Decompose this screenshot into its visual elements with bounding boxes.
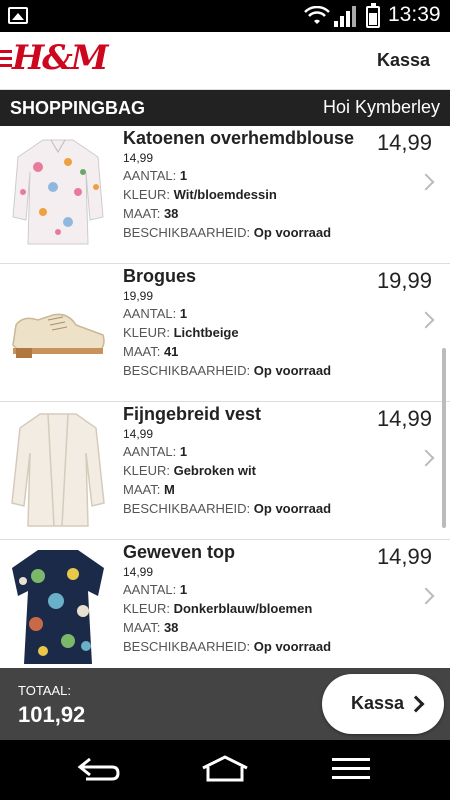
chevron-right-icon bbox=[407, 695, 425, 713]
item-availability: BESCHIKBAARHEID: Op voorraad bbox=[123, 501, 332, 516]
chevron-right-icon[interactable] bbox=[417, 449, 435, 467]
image-notification-icon bbox=[8, 7, 28, 24]
item-unit-price: 14,99 bbox=[123, 427, 154, 441]
item-price: 14,99 bbox=[376, 130, 432, 155]
item-size: MAAT: 38 bbox=[123, 620, 179, 635]
total-bar: TOTAAL: 101,92 Kassa bbox=[0, 668, 450, 740]
status-bar: 13:39 bbox=[0, 0, 450, 32]
total-value: 101,92 bbox=[18, 702, 86, 727]
item-size: MAAT: 41 bbox=[123, 344, 179, 359]
menu-icon[interactable] bbox=[330, 754, 372, 784]
checkout-button[interactable]: Kassa bbox=[322, 674, 444, 734]
item-price: 19,99 bbox=[376, 268, 432, 293]
item-name: Brogues bbox=[123, 266, 197, 286]
cart-item[interactable]: Katoenen overhemdblouse 14,99 AANTAL: 1 … bbox=[0, 126, 450, 264]
cart-item-list: Katoenen overhemdblouse 14,99 AANTAL: 1 … bbox=[0, 126, 450, 668]
item-unit-price: 14,99 bbox=[123, 151, 154, 165]
item-price: 14,99 bbox=[376, 406, 432, 431]
home-icon[interactable] bbox=[200, 754, 250, 784]
item-color: KLEUR: Donkerblauw/bloemen bbox=[123, 601, 313, 616]
wifi-icon bbox=[304, 6, 330, 24]
product-image bbox=[11, 413, 105, 527]
shoppingbag-bar: SHOPPINGBAG Hoi Kymberley bbox=[0, 90, 450, 126]
back-icon[interactable] bbox=[76, 754, 122, 784]
item-unit-price: 19,99 bbox=[123, 289, 154, 303]
chevron-right-icon[interactable] bbox=[417, 311, 435, 329]
item-quantity: AANTAL: 1 bbox=[123, 582, 188, 597]
item-size: MAAT: M bbox=[123, 482, 175, 497]
hamburger-icon[interactable] bbox=[0, 50, 12, 68]
user-greeting: Hoi Kymberley bbox=[322, 97, 440, 117]
item-price: 14,99 bbox=[376, 544, 432, 569]
item-quantity: AANTAL: 1 bbox=[123, 168, 188, 183]
checkout-button-label: Kassa bbox=[351, 693, 405, 713]
item-name: Katoenen overhemdblouse bbox=[123, 128, 355, 148]
kassa-link[interactable]: Kassa bbox=[377, 50, 430, 71]
item-availability: BESCHIKBAARHEID: Op voorraad bbox=[123, 225, 332, 240]
product-image bbox=[12, 139, 104, 245]
item-quantity: AANTAL: 1 bbox=[123, 444, 188, 459]
status-time: 13:39 bbox=[388, 3, 441, 26]
item-size: MAAT: 38 bbox=[123, 206, 179, 221]
hm-logo[interactable]: H&M bbox=[12, 38, 108, 78]
cart-item[interactable]: Brogues 19,99 AANTAL: 1 KLEUR: Lichtbeig… bbox=[0, 264, 450, 402]
page-title: SHOPPINGBAG bbox=[10, 98, 146, 118]
battery-icon bbox=[366, 3, 380, 28]
scrollbar[interactable] bbox=[442, 348, 446, 528]
item-unit-price: 14,99 bbox=[123, 565, 154, 579]
cart-item[interactable]: Fijngebreid vest 14,99 AANTAL: 1 KLEUR: … bbox=[0, 402, 450, 540]
item-availability: BESCHIKBAARHEID: Op voorraad bbox=[123, 363, 332, 378]
app-header: H&M Kassa bbox=[0, 32, 450, 90]
total-label: TOTAAL: bbox=[18, 683, 71, 698]
cart-item[interactable]: Geweven top 14,99 AANTAL: 1 KLEUR: Donke… bbox=[0, 540, 450, 668]
item-name: Geweven top bbox=[123, 542, 236, 562]
item-name: Fijngebreid vest bbox=[123, 404, 262, 424]
product-image bbox=[12, 313, 105, 358]
product-image bbox=[12, 550, 104, 664]
item-quantity: AANTAL: 1 bbox=[123, 306, 188, 321]
system-nav-bar bbox=[0, 740, 450, 800]
item-color: KLEUR: Lichtbeige bbox=[123, 325, 239, 340]
signal-icon bbox=[334, 6, 356, 27]
chevron-right-icon[interactable] bbox=[417, 587, 435, 605]
chevron-right-icon[interactable] bbox=[417, 173, 435, 191]
item-color: KLEUR: Gebroken wit bbox=[123, 463, 256, 478]
item-availability: BESCHIKBAARHEID: Op voorraad bbox=[123, 639, 332, 654]
item-color: KLEUR: Wit/bloemdessin bbox=[123, 187, 277, 202]
